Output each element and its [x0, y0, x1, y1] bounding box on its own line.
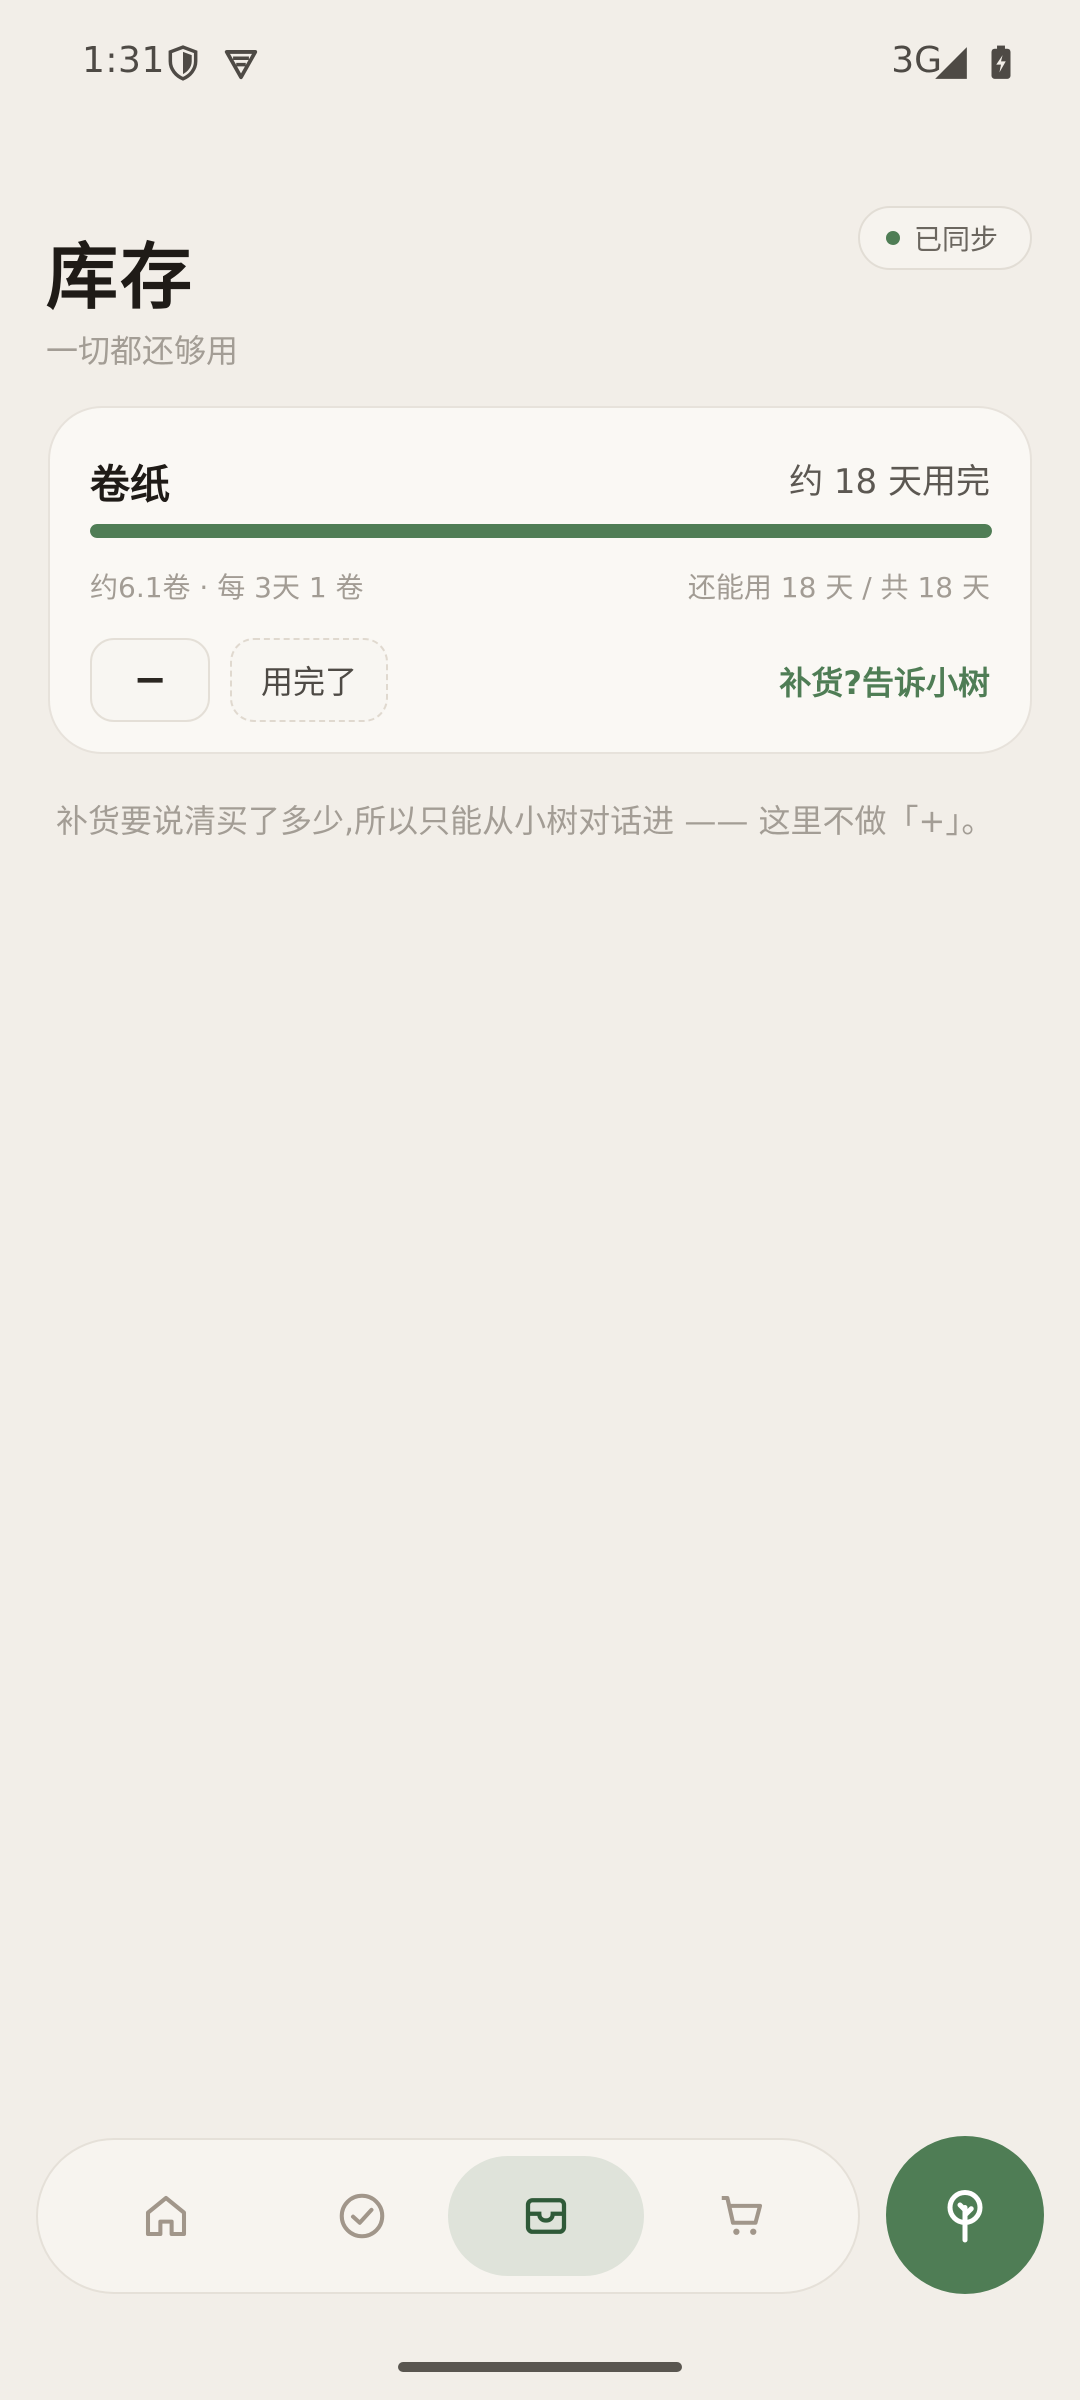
item-eta: 约 18 天用完 [789, 462, 990, 502]
nav-shopping[interactable] [644, 2156, 840, 2276]
bottom-nav [36, 2138, 860, 2294]
stock-progress-bar [90, 524, 992, 538]
status-bar: 1:31 3G [0, 0, 1080, 120]
item-remaining: 还能用 18 天 / 共 18 天 [687, 571, 990, 604]
sync-status-badge: 已同步 [857, 206, 1032, 270]
vpn-key-icon [222, 44, 260, 82]
sync-dot-icon [885, 231, 900, 245]
restock-link[interactable]: 补货?告诉小树 [779, 658, 990, 704]
sync-status-label: 已同步 [913, 223, 998, 256]
nav-home[interactable] [68, 2156, 264, 2276]
page-title: 库存 [46, 234, 195, 319]
status-time: 1:31 [82, 40, 165, 81]
decrement-button[interactable]: − [90, 638, 210, 722]
home-icon [145, 2195, 187, 2237]
used-up-button[interactable]: 用完了 [230, 638, 388, 722]
nav-inventory[interactable] [448, 2156, 644, 2276]
cell-signal-icon [932, 44, 970, 82]
nav-tasks[interactable] [264, 2156, 460, 2276]
inventory-item-card: 卷纸 约 18 天用完 约6.1卷 · 每 3天 1 卷 还能用 18 天 / … [48, 406, 1032, 754]
check-circle-icon [339, 2193, 385, 2239]
shield-icon [164, 44, 202, 82]
cart-icon [721, 2195, 763, 2235]
battery-charging-icon [982, 44, 1020, 82]
inventory-tray-icon [525, 2198, 567, 2234]
stock-progress-fill [90, 524, 992, 538]
item-usage-rate: 约6.1卷 · 每 3天 1 卷 [90, 571, 364, 604]
item-name: 卷纸 [90, 462, 170, 508]
home-indicator[interactable] [398, 2362, 682, 2372]
assistant-fab[interactable] [886, 2136, 1044, 2294]
page-subtitle: 一切都还够用 [46, 332, 239, 370]
restock-note: 补货要说清买了多少,所以只能从小树对话进 —— 这里不做「+」。 [56, 802, 994, 840]
tree-icon [947, 2190, 983, 2243]
